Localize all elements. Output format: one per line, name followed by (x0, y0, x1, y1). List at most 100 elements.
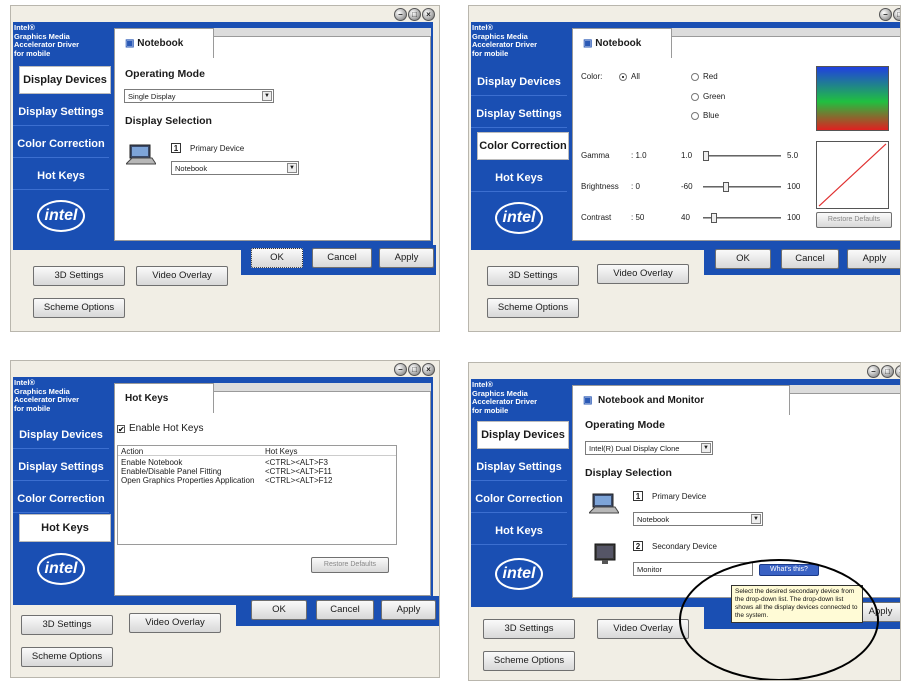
column-action: Action (121, 447, 144, 456)
row-action[interactable]: Open Graphics Properties Application (121, 476, 254, 485)
video-overlay-button[interactable]: Video Overlay (597, 619, 689, 639)
apply-button[interactable]: Apply (381, 600, 436, 620)
dual-display-window: –□× Intel®Graphics MediaAccelerator Driv… (468, 362, 901, 681)
close-icon[interactable]: × (422, 8, 435, 21)
ok-button[interactable]: OK (715, 249, 771, 269)
slider-thumb[interactable] (711, 213, 717, 223)
intel-logo: intel (495, 202, 543, 234)
3d-settings-button[interactable]: 3D Settings (487, 266, 579, 286)
nav-hot-keys[interactable]: Hot Keys (471, 164, 567, 192)
radio-blue[interactable] (691, 112, 699, 120)
ok-button[interactable]: OK (251, 248, 303, 268)
video-overlay-button[interactable]: Video Overlay (136, 266, 228, 286)
tab-notebook[interactable]: ▣ Notebook (114, 28, 214, 58)
radio-green[interactable] (691, 93, 699, 101)
radio-red-label: Red (703, 72, 718, 81)
nav-color-correction[interactable]: Color Correction (477, 132, 569, 160)
video-overlay-button[interactable]: Video Overlay (597, 264, 689, 284)
nav-display-settings[interactable]: Display Settings (13, 453, 109, 481)
primary-device-label: Primary Device (190, 144, 245, 153)
3d-settings-button[interactable]: 3D Settings (33, 266, 125, 286)
chevron-down-icon: ▼ (751, 514, 761, 524)
highlight-ellipse (679, 559, 879, 680)
row-keys: <CTRL><ALT>F3 (265, 458, 328, 467)
primary-device-label: Primary Device (652, 492, 707, 501)
chevron-down-icon: ▼ (287, 163, 297, 173)
close-icon[interactable]: × (895, 365, 900, 378)
nav-hot-keys[interactable]: Hot Keys (13, 162, 109, 190)
scheme-options-button[interactable]: Scheme Options (483, 651, 575, 671)
3d-settings-button[interactable]: 3D Settings (21, 615, 113, 635)
row-action[interactable]: Enable Notebook (121, 458, 182, 467)
scheme-options-button[interactable]: Scheme Options (21, 647, 113, 667)
apply-button[interactable]: Apply (379, 248, 434, 268)
close-icon[interactable]: × (422, 363, 435, 376)
restore-defaults-button[interactable]: Restore Defaults (311, 557, 389, 573)
chevron-down-icon: ▼ (262, 91, 272, 101)
enable-hot-keys-checkbox[interactable]: ✔ (117, 425, 125, 434)
color-label: Color: (581, 72, 603, 81)
cancel-button[interactable]: Cancel (781, 249, 839, 269)
brand-text: Intel® Graphics Media Accelerator Driver fo… (14, 23, 80, 58)
nav-color-correction[interactable]: Color Correction (471, 485, 567, 513)
slider-thumb[interactable] (723, 182, 729, 192)
row-action[interactable]: Enable/Disable Panel Fitting (121, 467, 222, 476)
nav-display-settings[interactable]: Display Settings (471, 100, 567, 128)
column-hot-keys: Hot Keys (265, 447, 298, 456)
radio-green-label: Green (703, 92, 726, 101)
apply-button[interactable]: Apply (847, 249, 900, 269)
display-devices-window: – □ × Intel® Graphics Media Accelerator Driv… (10, 5, 440, 332)
minimize-icon[interactable]: – (879, 8, 892, 21)
gamma-slider[interactable] (703, 151, 781, 161)
slider-thumb[interactable] (703, 151, 709, 161)
display-icon: ▣ (583, 395, 593, 406)
tab-notebook-and-monitor[interactable]: ▣ Notebook and Monitor (572, 385, 790, 415)
nav-display-devices[interactable]: Display Devices (471, 68, 567, 96)
brand-text: Intel® Graphics Media Accelerator Driver fo… (472, 380, 538, 415)
contrast-slider[interactable] (703, 213, 781, 223)
ok-button[interactable]: OK (251, 600, 307, 620)
nav-display-settings[interactable]: Display Settings (13, 98, 109, 126)
maximize-icon[interactable]: □ (893, 8, 900, 21)
content-area (114, 36, 431, 241)
primary-device-select[interactable]: Notebook ▼ (171, 161, 299, 175)
color-correction-window: –□ Intel®Graphics MediaAccelerator Drive… (468, 5, 901, 332)
nav-hot-keys[interactable]: Hot Keys (471, 517, 567, 545)
minimize-icon[interactable]: – (394, 8, 407, 21)
primary-number: 1 (171, 143, 181, 153)
table-header (118, 446, 396, 456)
nav-color-correction[interactable]: Color Correction (13, 130, 109, 158)
radio-all[interactable] (619, 73, 627, 81)
gamma-value: 1.0 (681, 151, 693, 160)
radio-red[interactable] (691, 73, 699, 81)
minimize-icon[interactable]: – (394, 363, 407, 376)
video-overlay-button[interactable]: Video Overlay (129, 613, 221, 633)
minimize-icon[interactable]: – (867, 365, 880, 378)
intel-logo: intel (37, 200, 85, 232)
tab-hot-keys[interactable]: Hot Keys (114, 383, 214, 413)
operating-mode-select[interactable]: Single Display ▼ (124, 89, 274, 103)
maximize-icon[interactable]: □ (408, 8, 421, 21)
maximize-icon[interactable]: □ (408, 363, 421, 376)
laptop-icon (589, 493, 619, 514)
operating-mode-select[interactable]: Intel(R) Dual Display Clone ▼ (585, 441, 713, 455)
brightness-value: -60 (681, 182, 693, 191)
nav-hot-keys[interactable]: Hot Keys (19, 514, 111, 542)
nav-display-devices[interactable]: Display Devices (19, 66, 111, 94)
nav-color-correction[interactable]: Color Correction (13, 485, 109, 513)
nav-display-settings[interactable]: Display Settings (471, 453, 567, 481)
nav-display-devices[interactable]: Display Devices (477, 421, 569, 449)
primary-device-select[interactable]: Notebook ▼ (633, 512, 763, 526)
operating-mode-label: Operating Mode (585, 419, 665, 431)
cancel-button[interactable]: Cancel (312, 248, 372, 268)
scheme-options-button[interactable]: Scheme Options (33, 298, 125, 318)
tab-notebook[interactable]: ▣ Notebook (572, 28, 672, 58)
restore-defaults-button[interactable]: Restore Defaults (816, 212, 892, 228)
3d-settings-button[interactable]: 3D Settings (483, 619, 575, 639)
nav-display-devices[interactable]: Display Devices (13, 421, 109, 449)
cancel-button[interactable]: Cancel (316, 600, 374, 620)
operating-mode-label: Operating Mode (125, 68, 205, 80)
brightness-slider[interactable] (703, 182, 781, 192)
maximize-icon[interactable]: □ (881, 365, 894, 378)
scheme-options-button[interactable]: Scheme Options (487, 298, 579, 318)
